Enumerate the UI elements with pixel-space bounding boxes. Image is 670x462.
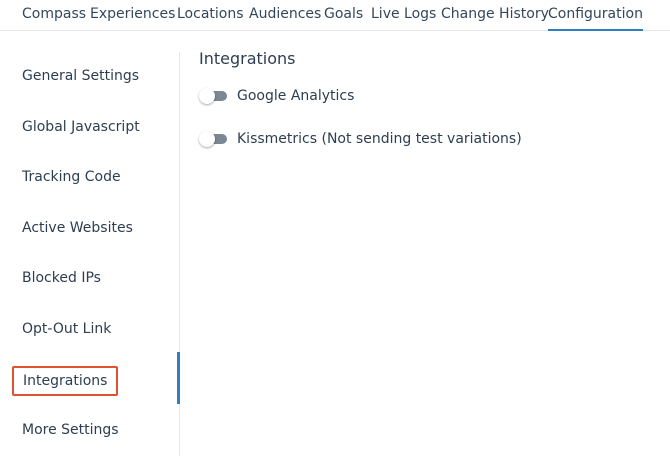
integration-row-google-analytics: Google Analytics bbox=[199, 88, 354, 104]
sidebar-item-opt-out-link[interactable]: Opt-Out Link bbox=[22, 321, 111, 337]
sidebar-item-global-javascript[interactable]: Global Javascript bbox=[22, 119, 140, 135]
sidebar-item-more-settings[interactable]: More Settings bbox=[22, 422, 119, 438]
tab-compass[interactable]: Compass bbox=[22, 6, 86, 31]
tab-experiences[interactable]: Experiences bbox=[90, 6, 175, 31]
sidebar-item-integrations[interactable]: Integrations bbox=[12, 366, 119, 396]
tab-configuration[interactable]: Configuration bbox=[548, 6, 643, 31]
integration-label: Google Analytics bbox=[237, 88, 355, 104]
toggle-knob bbox=[199, 131, 215, 147]
settings-sidebar: General Settings Global Javascript Track… bbox=[0, 52, 180, 456]
tab-live-logs[interactable]: Live Logs bbox=[371, 6, 436, 31]
sidebar-item-general-settings[interactable]: General Settings bbox=[22, 68, 139, 84]
tab-goals[interactable]: Goals bbox=[324, 6, 363, 31]
active-section-indicator bbox=[177, 352, 180, 404]
page-title: Integrations bbox=[199, 49, 296, 68]
tab-audiences[interactable]: Audiences bbox=[249, 6, 321, 31]
integrations-panel: Integrations Google Analytics Kissmetric… bbox=[199, 49, 522, 147]
integration-label: Kissmetrics (Not sending test variations… bbox=[237, 131, 522, 147]
tab-change-history[interactable]: Change History bbox=[441, 6, 549, 31]
sidebar-item-active-websites[interactable]: Active Websites bbox=[22, 220, 133, 236]
toggle-knob bbox=[199, 88, 215, 104]
top-nav: Compass Experiences Locations Audiences … bbox=[0, 0, 670, 31]
sidebar-item-tracking-code[interactable]: Tracking Code bbox=[22, 169, 121, 185]
google-analytics-toggle[interactable] bbox=[199, 88, 227, 104]
tab-locations[interactable]: Locations bbox=[177, 6, 244, 31]
integration-row-kissmetrics: Kissmetrics (Not sending test variations… bbox=[199, 131, 522, 147]
kissmetrics-toggle[interactable] bbox=[199, 131, 227, 147]
sidebar-item-blocked-ips[interactable]: Blocked IPs bbox=[22, 270, 101, 286]
